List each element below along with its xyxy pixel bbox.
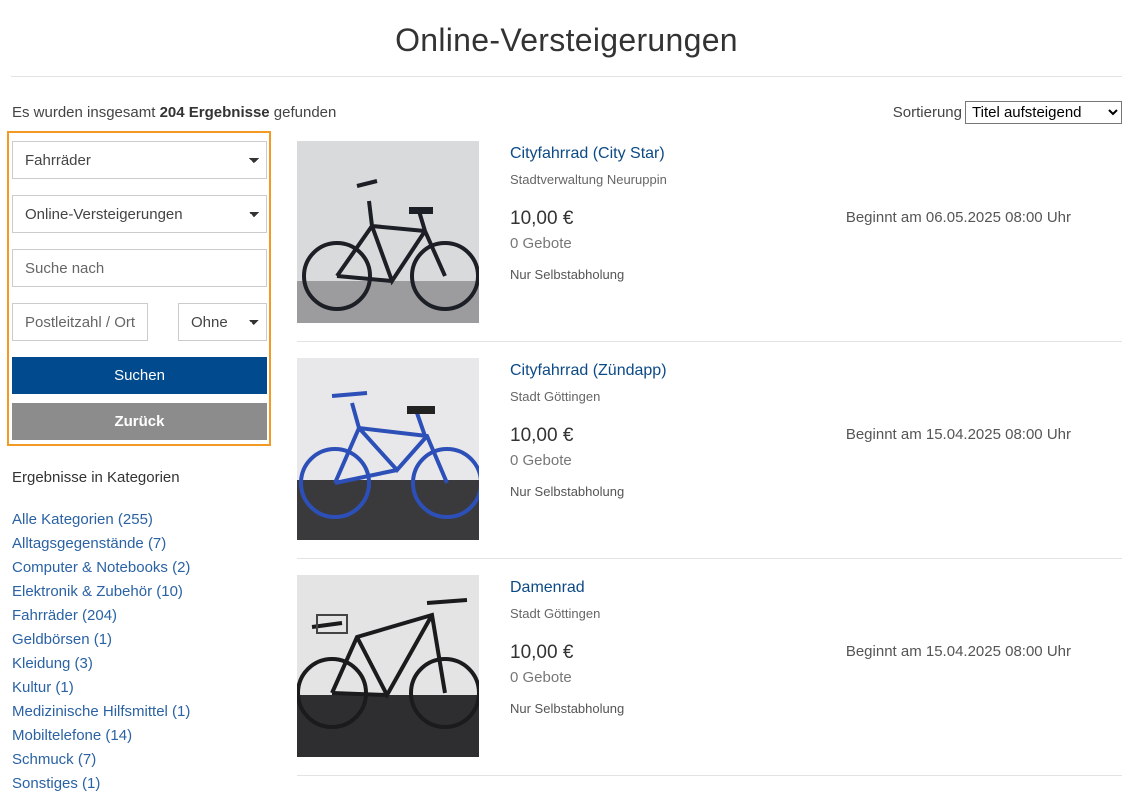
listing-photo[interactable] [297,575,479,757]
listing-pickup: Nur Selbstabholung [510,484,625,499]
sort-label: Sortierung [892,104,962,121]
category-list: Alle Kategorien (255) Alltagsgegenstände… [12,508,190,796]
listing-start-date: Beginnt am 15.04.2025 08:00 Uhr [845,426,1071,443]
listing-price: 10,00 € [510,208,574,229]
result-count: 204 Ergebnisse [159,104,270,121]
listing-photo[interactable] [297,358,479,540]
listing-seller: Stadt Göttingen [510,606,601,621]
listing-divider [297,558,1122,559]
listing-seller: Stadtverwaltung Neuruppin [510,172,667,187]
category-link-everyday[interactable]: Alltagsgegenstände (7) [12,535,166,552]
search-filter-panel: Fahrräder Online-Versteigerungen Ohne Su… [7,131,271,446]
listing-item: Cityfahrrad (City Star) Stadtverwaltung … [297,141,1122,358]
listing-title[interactable]: Damenrad [510,579,585,597]
page-title: Online-Versteigerungen [395,22,738,58]
listing-title[interactable]: Cityfahrrad (Zündapp) [510,362,667,380]
listing-title[interactable]: Cityfahrrad (City Star) [510,145,665,163]
result-summary: Es wurden insgesamt 204 Ergebnisse gefun… [12,104,336,121]
listing-divider [297,775,1122,776]
listing-start-date: Beginnt am 15.04.2025 08:00 Uhr [845,643,1071,660]
category-item: Kultur (1) [12,676,190,700]
bicycle-photo-icon [297,141,479,323]
summary-prefix: Es wurden insgesamt [12,104,160,121]
category-item: Fahrräder (204) [12,604,190,628]
back-button[interactable]: Zurück [12,403,267,440]
category-item: Elektronik & Zubehör (10) [12,580,190,604]
category-link-phones[interactable]: Mobiltelefone (14) [12,727,132,744]
category-select[interactable]: Fahrräder [12,141,267,179]
category-link-culture[interactable]: Kultur (1) [12,679,74,696]
category-link-electronics[interactable]: Elektronik & Zubehör (10) [12,583,183,600]
bicycle-photo-icon [297,358,479,540]
category-item: Alle Kategorien (255) [12,508,190,532]
category-link-medical[interactable]: Medizinische Hilfsmittel (1) [12,703,190,720]
type-select[interactable]: Online-Versteigerungen [12,195,267,233]
category-link-wallets[interactable]: Geldbörsen (1) [12,631,112,648]
category-link-jewelry[interactable]: Schmuck (7) [12,751,96,768]
listing-bids: 0 Gebote [510,669,572,686]
listing-bids: 0 Gebote [510,452,572,469]
listing-item: Cityfahrrad (Zündapp) Stadt Göttingen 10… [297,358,1122,575]
listing-divider [297,341,1122,342]
title-divider [11,76,1122,77]
sort-control: Sortierung Titel aufsteigend [893,101,1122,124]
category-link-all[interactable]: Alle Kategorien (255) [12,511,153,528]
listing-pickup: Nur Selbstabholung [510,267,625,282]
category-item: Geldbörsen (1) [12,628,190,652]
category-item: Computer & Notebooks (2) [12,556,190,580]
listing-item: Damenrad Stadt Göttingen 10,00 € 0 Gebot… [297,575,1122,792]
search-input[interactable] [12,249,267,287]
categories-heading: Ergebnisse in Kategorien [12,469,180,486]
category-link-computers[interactable]: Computer & Notebooks (2) [12,559,190,576]
category-item: Alltagsgegenstände (7) [12,532,190,556]
listing-price: 10,00 € [510,642,574,663]
listing-start-date: Beginnt am 06.05.2025 08:00 Uhr [845,209,1071,226]
radius-select[interactable]: Ohne [178,303,267,341]
sort-select[interactable]: Titel aufsteigend [965,101,1122,124]
postcode-input[interactable] [12,303,148,341]
category-item: Sonstiges (1) [12,772,190,796]
category-link-bicycles[interactable]: Fahrräder (204) [12,607,117,624]
listing-price: 10,00 € [510,425,574,446]
listing-seller: Stadt Göttingen [510,389,601,404]
listing-pickup: Nur Selbstabholung [510,701,625,716]
summary-suffix: gefunden [269,104,337,121]
category-item: Kleidung (3) [12,652,190,676]
listing-bids: 0 Gebote [510,235,572,252]
category-item: Medizinische Hilfsmittel (1) [12,700,190,724]
search-button[interactable]: Suchen [12,357,267,394]
category-link-misc[interactable]: Sonstiges (1) [12,775,100,792]
category-item: Mobiltelefone (14) [12,724,190,748]
listing-photo[interactable] [297,141,479,323]
category-item: Schmuck (7) [12,748,190,772]
bicycle-photo-icon [297,575,479,757]
category-link-clothing[interactable]: Kleidung (3) [12,655,93,672]
